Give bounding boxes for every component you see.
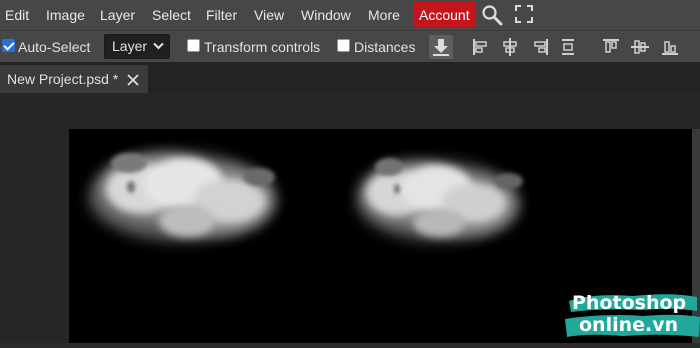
menu-window[interactable]: Window bbox=[301, 0, 351, 30]
distances-label: Distances bbox=[354, 39, 416, 55]
menu-bar: Edit Image Layer Select Filter View Wind… bbox=[0, 0, 700, 30]
align-middle-icon[interactable] bbox=[630, 37, 650, 57]
document-tab[interactable]: New Project.psd * bbox=[0, 65, 148, 93]
search-icon[interactable] bbox=[481, 4, 503, 26]
align-top-icon[interactable] bbox=[601, 37, 621, 57]
account-button[interactable]: Account bbox=[413, 2, 476, 28]
chevron-down-icon bbox=[153, 42, 164, 50]
cloud-right bbox=[357, 158, 523, 241]
align-center-icon[interactable] bbox=[500, 37, 520, 57]
watermark-line1: Photoshop bbox=[572, 292, 687, 314]
align-right-icon[interactable] bbox=[530, 37, 550, 57]
download-button[interactable] bbox=[429, 35, 453, 59]
fullscreen-icon[interactable] bbox=[514, 4, 536, 26]
options-bar: Auto-Select Layer Transform controls Dis… bbox=[0, 30, 700, 63]
menu-layer[interactable]: Layer bbox=[100, 0, 135, 30]
menu-select[interactable]: Select bbox=[152, 0, 191, 30]
close-icon[interactable] bbox=[127, 73, 139, 86]
align-bottom-icon[interactable] bbox=[660, 37, 680, 57]
auto-select-label: Auto-Select bbox=[18, 39, 91, 55]
menu-filter[interactable]: Filter bbox=[206, 0, 237, 30]
distribute-horizontal-icon[interactable] bbox=[558, 37, 578, 57]
document-tab-title: New Project.psd * bbox=[7, 71, 119, 87]
layer-select[interactable]: Layer bbox=[104, 34, 170, 59]
watermark-line2: online.vn bbox=[579, 314, 679, 336]
download-icon bbox=[433, 39, 449, 56]
layer-select-value: Layer bbox=[112, 38, 148, 54]
auto-select-checkbox[interactable] bbox=[2, 39, 15, 52]
menu-image[interactable]: Image bbox=[46, 0, 85, 30]
menu-view[interactable]: View bbox=[254, 0, 284, 30]
menu-edit[interactable]: Edit bbox=[5, 0, 29, 30]
distances-checkbox[interactable] bbox=[337, 39, 350, 52]
align-left-icon[interactable] bbox=[471, 37, 491, 57]
transform-controls-checkbox[interactable] bbox=[187, 39, 200, 52]
menu-more[interactable]: More bbox=[368, 0, 400, 30]
watermark-logo: Photoshop online.vn bbox=[563, 291, 700, 343]
cloud-left bbox=[89, 153, 275, 241]
transform-controls-label: Transform controls bbox=[204, 39, 321, 55]
document-tab-bar: New Project.psd * bbox=[0, 62, 700, 93]
